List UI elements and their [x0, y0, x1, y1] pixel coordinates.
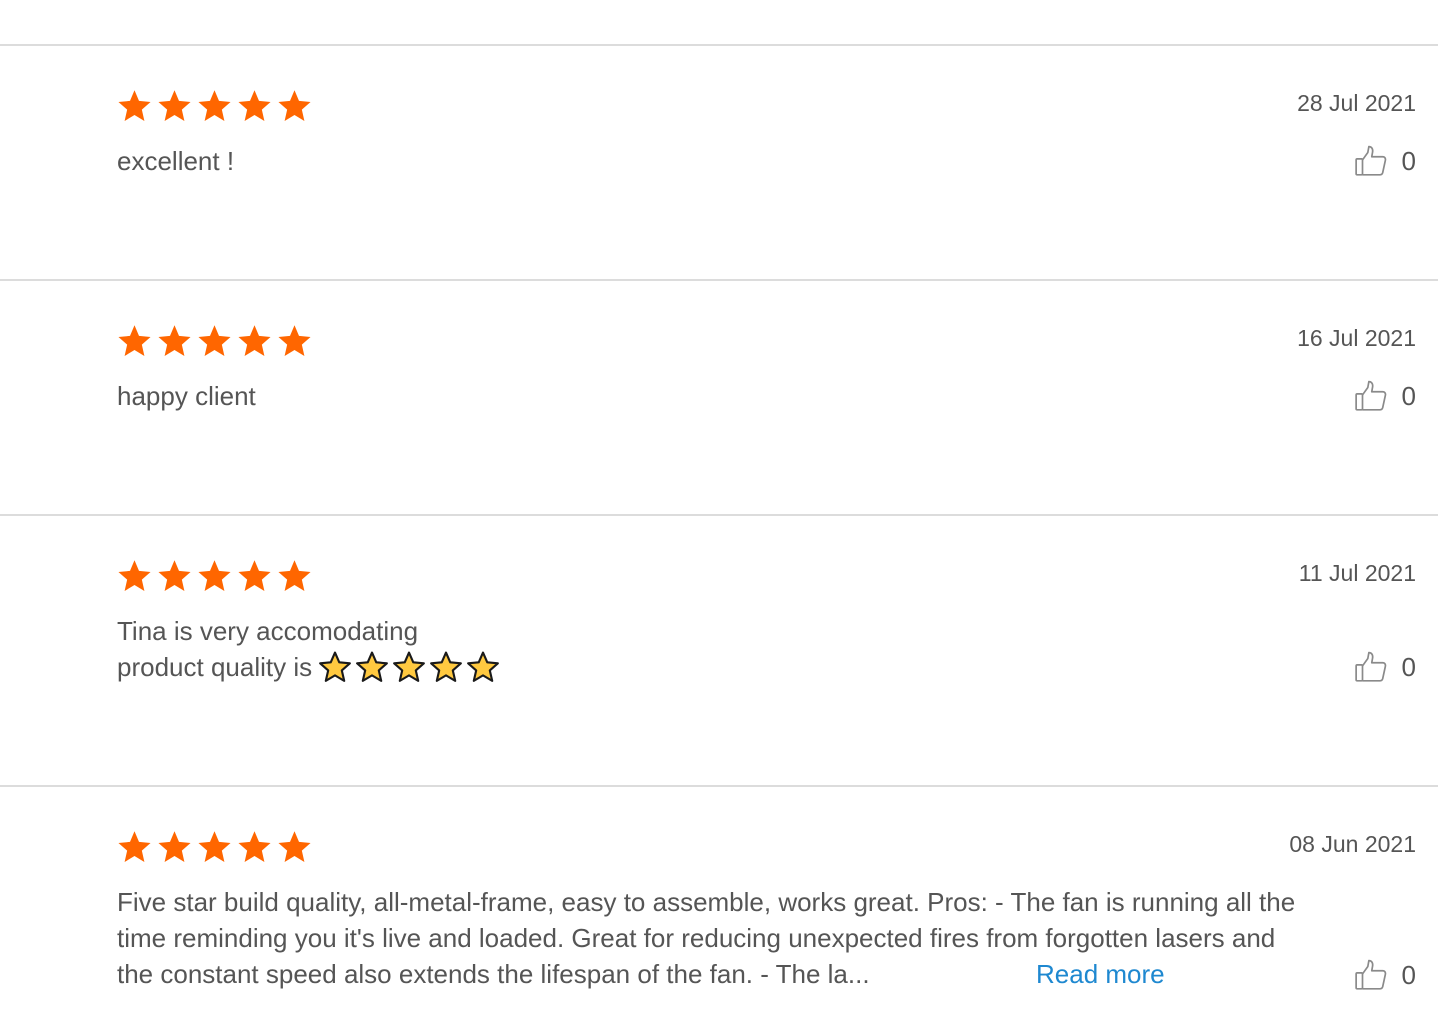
like-button[interactable]: 0	[1354, 144, 1416, 178]
review-date: 11 Jul 2021	[1298, 560, 1416, 586]
like-button[interactable]: 0	[1354, 958, 1416, 992]
rating-stars	[116, 323, 313, 359]
thumbs-up-icon	[1354, 651, 1386, 682]
star-icon	[118, 560, 151, 591]
review-text: happy client	[117, 378, 256, 414]
review-text-line: Tina is very accomodating	[117, 616, 419, 646]
rating-stars	[116, 558, 313, 594]
rating-stars	[116, 88, 313, 124]
review-date: 08 Jun 2021	[1289, 831, 1416, 857]
emoji-stars	[318, 650, 500, 684]
star-icon	[158, 90, 191, 121]
star-icon	[198, 90, 231, 121]
like-button[interactable]: 0	[1354, 650, 1416, 684]
like-button[interactable]: 0	[1354, 379, 1416, 413]
review-text-line-content: product quality is	[117, 652, 313, 682]
star-emoji-icon	[467, 651, 500, 682]
star-icon	[278, 325, 311, 356]
review-text: Tina is very accomodating product qualit…	[117, 613, 500, 685]
review-date: 28 Jul 2021	[1297, 90, 1416, 116]
thumbs-up-icon	[1354, 380, 1386, 411]
star-emoji-icon	[430, 651, 463, 682]
star-icon	[238, 90, 271, 121]
review-text-line: time reminding you it's live and loaded.…	[117, 923, 1276, 953]
star-emoji-icon	[319, 651, 352, 682]
review-date: 16 Jul 2021	[1297, 325, 1416, 351]
star-icon	[278, 90, 311, 121]
divider	[0, 785, 1438, 787]
star-icon	[158, 560, 191, 591]
star-icon	[278, 831, 311, 862]
star-icon	[118, 90, 151, 121]
star-icon	[198, 831, 231, 862]
star-icon	[278, 560, 311, 591]
review-text-line: happy client	[117, 381, 256, 411]
review-text-line: product quality is	[117, 649, 500, 685]
star-emoji-icon	[393, 651, 426, 682]
divider	[0, 514, 1438, 516]
star-icon	[238, 831, 271, 862]
review-text-line: excellent !	[117, 146, 235, 176]
star-emoji-icon	[356, 651, 389, 682]
star-icon	[198, 325, 231, 356]
like-count: 0	[1401, 145, 1416, 176]
read-more-link[interactable]: Read more	[1036, 956, 1165, 992]
star-icon	[238, 560, 271, 591]
thumbs-up-icon	[1354, 145, 1386, 176]
thumbs-up-icon	[1354, 959, 1386, 990]
star-icon	[118, 831, 151, 862]
star-icon	[198, 560, 231, 591]
divider	[0, 44, 1438, 46]
like-count: 0	[1401, 651, 1416, 682]
review-text-line: Five star build quality, all-metal-frame…	[117, 887, 1296, 917]
rating-stars	[116, 829, 313, 865]
star-icon	[118, 325, 151, 356]
star-icon	[158, 325, 191, 356]
divider	[0, 279, 1438, 281]
review-text: excellent !	[117, 143, 234, 179]
star-icon	[158, 831, 191, 862]
reviews-page: 28 Jul 2021 excellent ! 0 16 Jul 2021 ha…	[0, 0, 1438, 1017]
like-count: 0	[1401, 959, 1416, 990]
star-icon	[238, 325, 271, 356]
like-count: 0	[1401, 380, 1416, 411]
